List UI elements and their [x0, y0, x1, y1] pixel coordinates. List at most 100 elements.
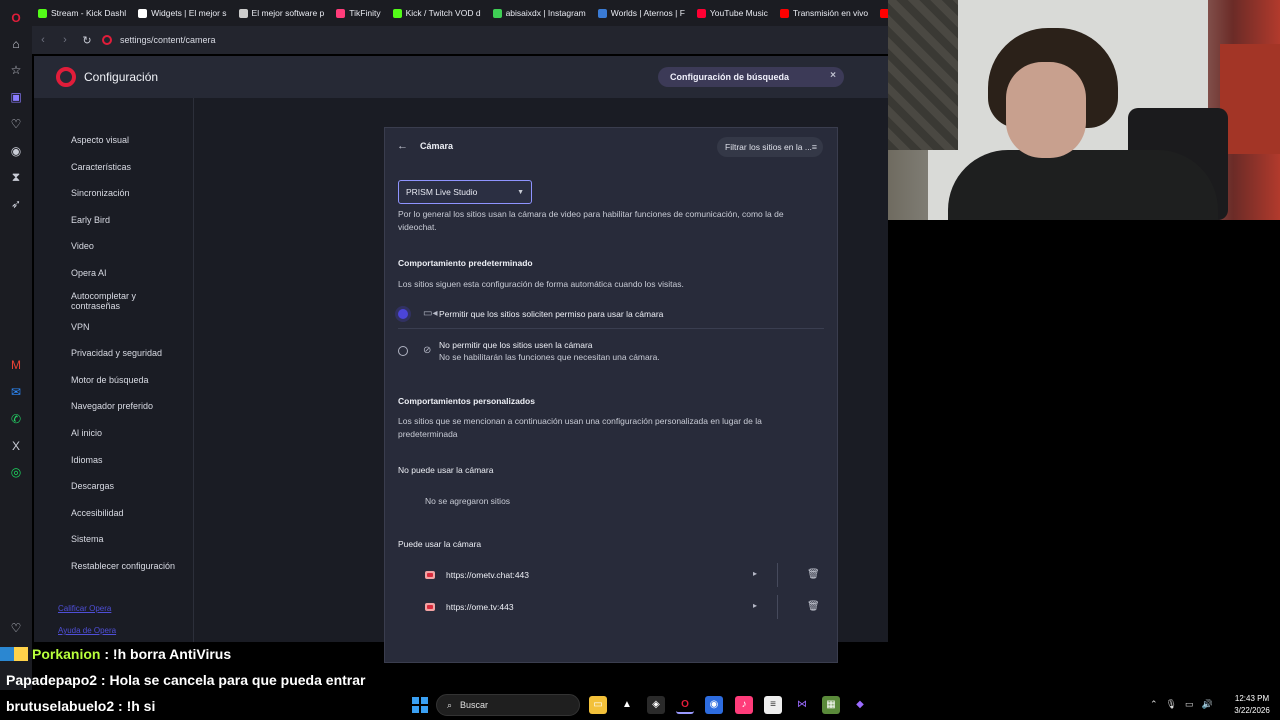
reload-icon[interactable]: ↻: [76, 34, 98, 47]
clock[interactable]: 12:43 PM 3/22/2026: [1230, 693, 1274, 717]
list-item[interactable]: https://ometv.chat:443 ▸ 🗑: [425, 563, 825, 587]
taskbar-search[interactable]: ⌕ Buscar: [436, 694, 580, 716]
nav-item-on-startup[interactable]: Al inicio: [71, 428, 181, 438]
nav-item-sync[interactable]: Sincronización: [71, 188, 181, 198]
nav-item-system[interactable]: Sistema: [71, 534, 181, 544]
option-block[interactable]: ⊘ No permitir que los sitios usen la cám…: [398, 340, 824, 366]
favorites-icon[interactable]: ♡: [8, 116, 24, 132]
speed-dial-icon[interactable]: ☆: [8, 62, 24, 78]
default-behavior-heading: Comportamiento predeterminado: [398, 258, 533, 268]
notepad-icon[interactable]: ≡: [764, 696, 782, 714]
tab[interactable]: Transmisión en vivo: [774, 3, 874, 23]
start-button-icon[interactable]: [412, 697, 428, 713]
nav-item-accessibility[interactable]: Accesibilidad: [71, 508, 181, 518]
visual-studio-icon[interactable]: ⋈: [793, 696, 811, 714]
tab[interactable]: Worlds | Aternos | F: [592, 3, 691, 23]
settings-nav: Aspecto visual Características Sincroniz…: [34, 98, 194, 642]
tab[interactable]: Widgets | El mejor s: [132, 3, 232, 23]
chevron-right-icon[interactable]: ▸: [753, 601, 757, 610]
webcam-shelf: [1220, 44, 1280, 154]
nav-item-downloads[interactable]: Descargas: [71, 481, 181, 491]
nav-item-video[interactable]: Video: [71, 241, 181, 251]
nav-item-appearance[interactable]: Aspecto visual: [71, 135, 181, 145]
webcam-feed: [888, 0, 1280, 220]
app-icon[interactable]: ◆: [851, 696, 869, 714]
tab[interactable]: TikFinity: [330, 3, 386, 23]
nav-item-privacy[interactable]: Privacidad y seguridad: [71, 348, 181, 358]
nav-item-autofill[interactable]: Autocompletar y contraseñas: [71, 291, 181, 311]
player-icon[interactable]: ▣: [8, 89, 24, 105]
opera-taskbar-icon[interactable]: O: [676, 696, 694, 714]
card-header: ← Cámara: [397, 140, 453, 152]
radio-allow[interactable]: [398, 309, 408, 319]
tab-favicon-icon: [492, 8, 502, 18]
tab[interactable]: El mejor software p: [233, 3, 331, 23]
nav-item-languages[interactable]: Idiomas: [71, 455, 181, 465]
back-arrow-icon[interactable]: ←: [397, 140, 408, 152]
tab-strip: Stream - Kick Dashl Widgets | El mejor s E…: [32, 0, 888, 26]
history-icon[interactable]: ⧗: [8, 169, 24, 185]
nav-item-search-engine[interactable]: Motor de búsqueda: [71, 375, 181, 385]
extensions-icon[interactable]: ➶: [8, 196, 24, 212]
system-tray[interactable]: ⌃🎙▭🔊: [1150, 699, 1221, 710]
tab[interactable]: YouTube Music: [691, 3, 774, 23]
camera-icon: ▭◂: [423, 308, 438, 319]
file-explorer-icon[interactable]: ▭: [589, 696, 607, 714]
webcam-person-face: [1006, 62, 1086, 158]
tab[interactable]: abisaixdx | Instagram: [487, 3, 592, 23]
nav-item-early-bird[interactable]: Early Bird: [71, 215, 181, 225]
gmail-icon[interactable]: M: [8, 357, 24, 373]
messenger-icon[interactable]: ✉: [8, 384, 24, 400]
trash-icon[interactable]: 🗑: [807, 601, 820, 612]
option-allow[interactable]: ▭◂ Permitir que los sitios soliciten per…: [398, 308, 824, 325]
rate-opera-link[interactable]: Calificar Opera: [58, 604, 111, 613]
filter-icon: ≡: [811, 142, 817, 152]
filter-sites-input[interactable]: Filtrar los sitios en la ... ≡: [717, 137, 823, 157]
discord-icon[interactable]: ◉: [705, 696, 723, 714]
tikfinity-icon[interactable]: ♪: [735, 696, 753, 714]
chat-user: brutuselabuelo2: [6, 698, 115, 714]
davinci-icon[interactable]: ◈: [647, 696, 665, 714]
chat-message: : !h si: [114, 698, 156, 714]
tab-label: Stream - Kick Dashl: [51, 8, 127, 18]
tab[interactable]: Stream - Kick Dashl: [32, 3, 132, 23]
tab-label: El mejor software p: [251, 8, 325, 18]
back-icon[interactable]: ‹: [32, 34, 54, 46]
camera-device-select[interactable]: PRISM Live Studio ▼: [398, 180, 532, 204]
tab-label: YouTube Music: [709, 8, 768, 18]
spotify-icon[interactable]: ◎: [8, 464, 24, 480]
obs-icon[interactable]: ▲: [618, 696, 636, 714]
nav-item-reset[interactable]: Restablecer configuración: [71, 561, 181, 571]
minecraft-icon[interactable]: ▦: [822, 696, 840, 714]
tab-label: abisaixdx | Instagram: [505, 8, 586, 18]
tab[interactable]: Kick / Twitch VOD d: [387, 3, 487, 23]
help-opera-link[interactable]: Ayuda de Opera: [58, 626, 116, 635]
nav-item-features[interactable]: Características: [71, 162, 181, 172]
tab-label: Worlds | Aternos | F: [610, 8, 685, 18]
whatsapp-icon[interactable]: ✆: [8, 411, 24, 427]
trash-icon[interactable]: 🗑: [807, 569, 820, 580]
nav-item-vpn[interactable]: VPN: [71, 322, 181, 332]
home-icon[interactable]: ⌂: [8, 36, 24, 52]
aria-icon[interactable]: ◉: [8, 143, 24, 159]
opera-menu-icon[interactable]: O: [8, 10, 24, 26]
tab[interactable]: (3) Ab: [874, 3, 888, 23]
opera-sidebar: O ⌂ ☆ ▣ ♡ ◉ ⧗ ➶ M ✉ ✆ X ◎ ♡: [0, 0, 32, 690]
radio-block[interactable]: [398, 346, 408, 356]
default-behavior-desc: Los sitios siguen esta configuración de …: [398, 279, 684, 289]
nav-item-opera-ai[interactable]: Opera AI: [71, 268, 181, 278]
tab-favicon-icon: [336, 8, 346, 18]
camera-description: Por lo general los sitios usan la cámara…: [398, 209, 784, 232]
url-field[interactable]: settings/content/camera: [102, 35, 216, 45]
opera-site-icon: [102, 35, 112, 45]
tab-favicon-icon: [138, 8, 148, 18]
chevron-right-icon[interactable]: ▸: [753, 569, 757, 578]
heart-icon[interactable]: ♡: [8, 620, 24, 636]
forward-icon[interactable]: ›: [54, 34, 76, 46]
list-item[interactable]: https://ome.tv:443 ▸ 🗑: [425, 595, 825, 619]
settings-search[interactable]: Configuración de búsqueda ×: [658, 67, 844, 87]
nav-item-default-browser[interactable]: Navegador preferido: [71, 401, 181, 411]
close-icon[interactable]: ×: [830, 70, 836, 81]
x-icon[interactable]: X: [8, 438, 24, 454]
blocked-empty: No se agregaron sitios: [425, 496, 511, 506]
